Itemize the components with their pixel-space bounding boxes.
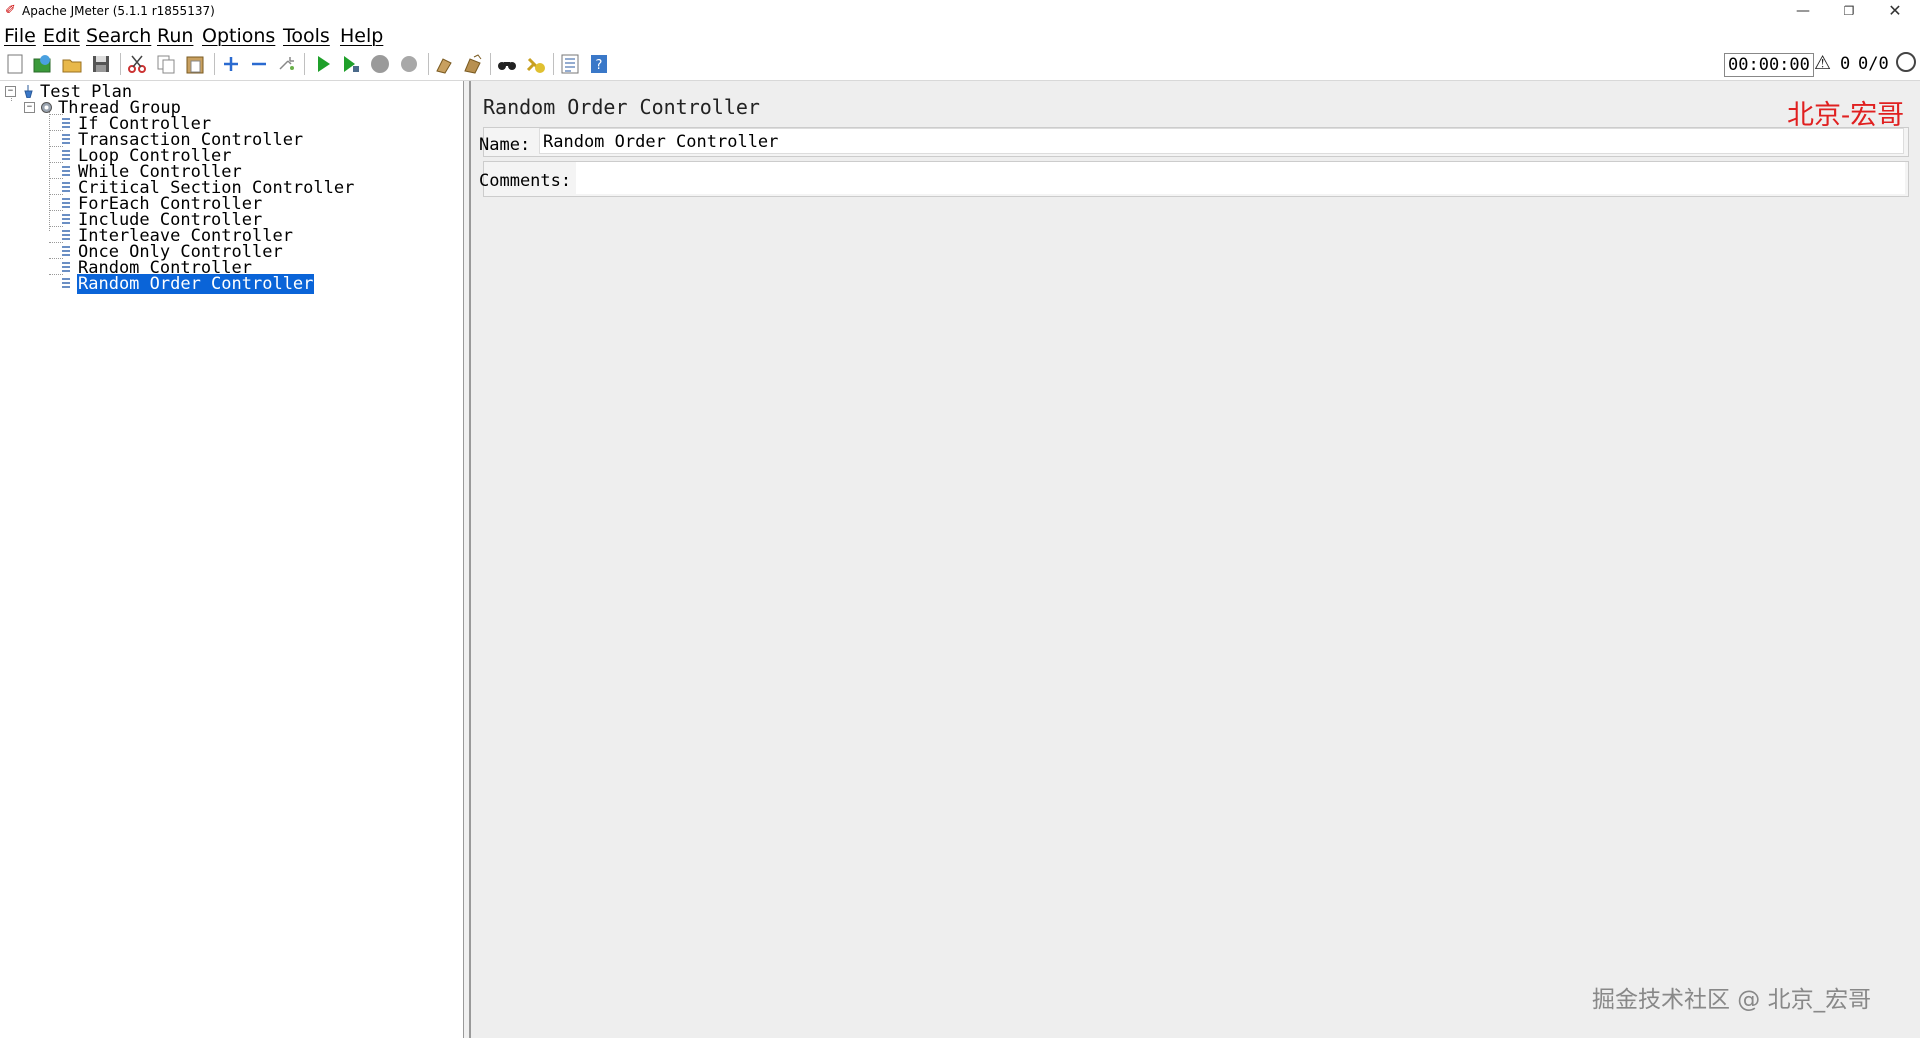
save-icon[interactable] <box>90 53 112 75</box>
name-field[interactable]: Random Order Controller <box>539 128 1904 154</box>
controller-icon <box>62 246 70 256</box>
collapse-test-plan-toggle[interactable]: − <box>5 86 16 97</box>
name-label: Name: <box>479 135 531 155</box>
test-plan-icon <box>24 85 33 98</box>
toggle-icon[interactable] <box>276 53 298 75</box>
menu-file[interactable]: File <box>4 25 36 47</box>
remote-engines-icon[interactable] <box>1896 52 1916 72</box>
toolbar-separator <box>553 53 554 75</box>
start-no-pauses-icon[interactable] <box>340 53 362 75</box>
help-icon[interactable]: ? <box>588 53 610 75</box>
controller-icon <box>62 230 70 240</box>
controller-icon <box>62 150 70 160</box>
jmeter-logo-icon: ✐ <box>5 3 16 18</box>
cut-icon[interactable] <box>126 53 148 75</box>
stop-icon[interactable] <box>369 53 391 75</box>
function-helper-icon[interactable] <box>559 53 581 75</box>
menu-options[interactable]: Options <box>202 25 275 47</box>
menu-run[interactable]: Run <box>157 25 193 47</box>
menu-bar: File Edit Search Run Options Tools Help <box>0 24 1920 48</box>
controller-icon <box>62 198 70 208</box>
open-icon[interactable] <box>61 53 83 75</box>
controller-icon <box>62 214 70 224</box>
comments-field[interactable] <box>576 162 1905 194</box>
tree-node-selected-controller[interactable]: Random Order Controller <box>60 273 316 295</box>
svg-text:?: ? <box>596 58 603 73</box>
collapse-icon[interactable] <box>248 53 270 75</box>
warning-count: 0 <box>1840 54 1851 74</box>
toolbar-separator <box>490 53 491 75</box>
tree-connector <box>49 109 50 231</box>
window-title: Apache JMeter (5.1.1 r1855137) <box>22 4 215 18</box>
toolbar-separator <box>120 53 121 75</box>
controller-icon <box>62 278 70 288</box>
expand-icon[interactable] <box>220 53 242 75</box>
collapse-thread-group-toggle[interactable]: − <box>24 102 35 113</box>
paste-icon[interactable] <box>184 53 206 75</box>
controller-icon <box>62 118 70 128</box>
controller-icon <box>62 134 70 144</box>
close-button[interactable]: ✕ <box>1872 0 1918 22</box>
start-icon[interactable] <box>312 53 334 75</box>
controller-icon <box>62 262 70 272</box>
copy-icon[interactable] <box>155 53 177 75</box>
minimize-button[interactable]: — <box>1780 0 1826 22</box>
reset-search-icon[interactable] <box>525 53 547 75</box>
title-bar: ✐ Apache JMeter (5.1.1 r1855137) — ❐ ✕ <box>0 0 1920 24</box>
panel-title: Random Order Controller <box>483 95 760 119</box>
toolbar-separator <box>214 53 215 75</box>
menu-help[interactable]: Help <box>340 25 383 47</box>
controller-icon <box>62 182 70 192</box>
clear-icon[interactable] <box>433 53 455 75</box>
toolbar-separator <box>304 53 305 75</box>
controller-config-panel: Random Order Controller 北京-宏哥 Name: Rand… <box>470 81 1920 1038</box>
controller-icon <box>62 166 70 176</box>
watermark-bottom: 掘金技术社区 @ 北京_宏哥 <box>1592 987 1872 1013</box>
thread-group-gear-icon <box>41 102 52 113</box>
maximize-button[interactable]: ❐ <box>1826 0 1872 22</box>
menu-tools[interactable]: Tools <box>283 25 330 47</box>
warning-icon[interactable]: ⚠ <box>1814 52 1831 74</box>
templates-icon[interactable] <box>31 53 53 75</box>
comments-label: Comments: <box>479 171 572 191</box>
menu-search[interactable]: Search <box>86 25 151 47</box>
clear-all-icon[interactable] <box>462 53 484 75</box>
active-threads-count: 0/0 <box>1858 54 1889 74</box>
menu-edit[interactable]: Edit <box>43 25 80 47</box>
shutdown-icon[interactable] <box>398 53 420 75</box>
test-plan-tree: − Test Plan − Thread Group If Controller… <box>0 81 464 1038</box>
new-icon[interactable] <box>4 53 26 75</box>
search-icon[interactable] <box>496 53 518 75</box>
toolbar-separator <box>428 53 429 75</box>
toolbar: ? <box>0 48 1920 81</box>
elapsed-timer: 00:00:00 <box>1724 53 1814 77</box>
